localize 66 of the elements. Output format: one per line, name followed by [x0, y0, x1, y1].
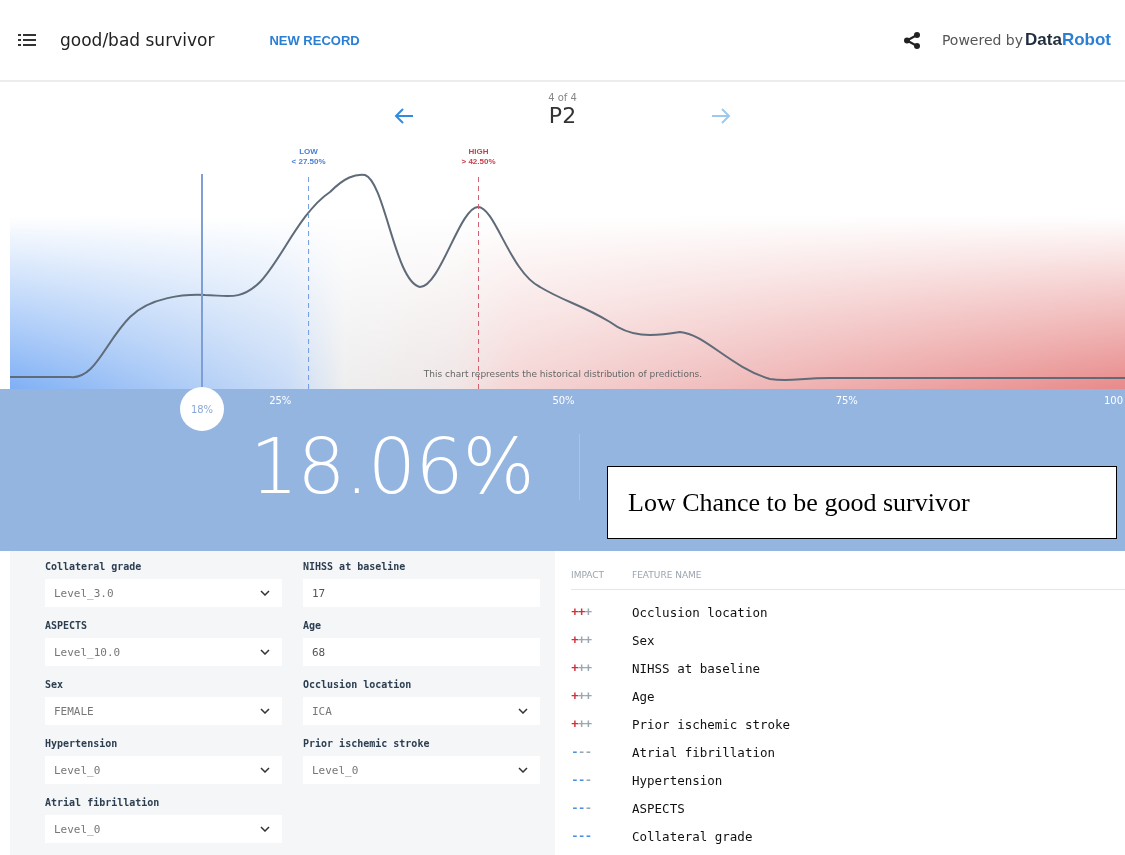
- chart-caption: This chart represents the historical distribution of predictions.: [423, 369, 703, 379]
- field-label: Occlusion location: [303, 678, 413, 692]
- chevron-icon: [260, 708, 270, 714]
- feature-name: Occlusion location: [632, 604, 768, 620]
- impact-indicator: ---: [571, 744, 593, 760]
- field-label: Hypertension: [45, 737, 119, 751]
- chevron-icon: [260, 826, 270, 832]
- dropdown-field[interactable]: Level_3.0: [45, 579, 282, 607]
- column-header: FEATURE NAME: [632, 570, 702, 580]
- feature-name: NIHSS at baseline: [632, 660, 760, 676]
- axis-tick-label: 50%: [552, 395, 575, 406]
- chevron-icon: [518, 708, 528, 714]
- feature-name: ASPECTS: [632, 800, 685, 816]
- menu-icon[interactable]: [18, 34, 36, 46]
- app-title: good/bad survivor: [60, 30, 215, 50]
- field-label: Sex: [45, 678, 65, 692]
- field-label: Prior ischemic stroke: [303, 737, 431, 751]
- brand-logo: DataRobot: [1025, 30, 1111, 50]
- chevron-icon: [260, 767, 270, 773]
- prediction-marker: 18%: [180, 387, 224, 431]
- dropdown-field[interactable]: Level_0: [303, 756, 540, 784]
- dropdown-field[interactable]: Level_0: [45, 756, 282, 784]
- prediction-value: 18.06%: [250, 429, 534, 505]
- impact-indicator: ---: [571, 772, 593, 788]
- field-label: Age: [303, 619, 323, 633]
- impact-indicator: +++: [571, 632, 593, 648]
- feature-name: Atrial fibrillation: [632, 744, 775, 760]
- impact-indicator: +++: [571, 604, 593, 620]
- low-threshold-label: LOW: [299, 147, 318, 157]
- previous-arrow-icon[interactable]: [393, 107, 414, 124]
- record-title: P2: [548, 103, 577, 128]
- dropdown-field[interactable]: ICA: [303, 697, 540, 725]
- feature-name: Hypertension: [632, 772, 723, 788]
- chevron-icon: [518, 767, 528, 773]
- new-record-button[interactable]: NEW RECORD: [269, 32, 360, 48]
- feature-name: Prior ischemic stroke: [632, 716, 791, 732]
- impact-indicator: ---: [571, 828, 593, 844]
- axis-tick-label: 75%: [835, 395, 858, 406]
- record-position: 4 of 4: [548, 92, 577, 103]
- impact-indicator: ---: [571, 800, 593, 816]
- impact-indicator: +++: [571, 660, 593, 676]
- high-threshold-value: > 42.50%: [461, 157, 496, 167]
- dropdown-field[interactable]: Level_0: [45, 815, 282, 843]
- field-label: ASPECTS: [45, 619, 89, 633]
- dropdown-field[interactable]: FEMALE: [45, 697, 282, 725]
- axis-tick-label: 100: [1103, 395, 1123, 406]
- feature-name: Age: [632, 688, 655, 704]
- annotation-note: Low Chance to be good survivor: [607, 466, 1117, 539]
- field-label: NIHSS at baseline: [303, 560, 407, 574]
- high-threshold-label: HIGH: [468, 147, 489, 157]
- feature-name: Collateral grade: [632, 828, 753, 844]
- axis-tick-label: 25%: [269, 395, 292, 406]
- impact-indicator: +++: [571, 688, 593, 704]
- impact-indicator: +++: [571, 716, 593, 732]
- column-header: IMPACT: [571, 570, 606, 580]
- field-label: Atrial fibrillation: [45, 796, 161, 810]
- input-field[interactable]: 17: [303, 579, 540, 607]
- chevron-icon: [260, 649, 270, 655]
- low-threshold-value: < 27.50%: [291, 157, 326, 167]
- feature-name: Sex: [632, 632, 655, 648]
- field-label: Collateral grade: [45, 560, 143, 574]
- input-field[interactable]: 68: [303, 638, 540, 666]
- powered-by-text: Powered by: [941, 32, 1024, 48]
- chevron-icon: [260, 590, 270, 596]
- dropdown-field[interactable]: Level_10.0: [45, 638, 282, 666]
- share-icon[interactable]: [903, 31, 920, 49]
